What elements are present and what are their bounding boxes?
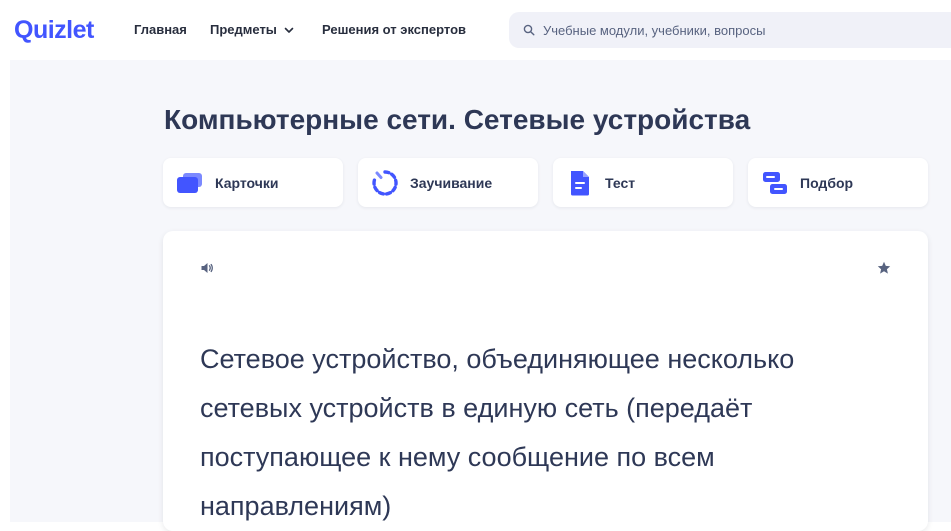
test-mode-label: Тест: [605, 174, 636, 191]
page-title: Компьютерные сети. Сетевые устройства: [164, 104, 751, 135]
learn-icon: [370, 168, 400, 198]
search-input[interactable]: Учебные модули, учебники, вопросы: [509, 12, 951, 48]
nav-subjects-label: Предметы: [210, 22, 277, 37]
chevron-down-icon: [284, 27, 294, 33]
nav-expert-solutions[interactable]: Решения от экспертов: [322, 21, 466, 39]
flashcard[interactable]: Сетевое устройство, объединяющее несколь…: [163, 231, 928, 531]
quizlet-logo[interactable]: Quizlet: [14, 15, 94, 45]
match-mode-label: Подбор: [800, 174, 854, 191]
match-icon: [760, 168, 790, 198]
match-mode-button[interactable]: Подбор: [748, 158, 928, 207]
test-mode-button[interactable]: Тест: [553, 158, 733, 207]
search-icon: [523, 24, 535, 36]
nav-home[interactable]: Главная: [134, 21, 187, 39]
search-placeholder: Учебные модули, учебники, вопросы: [543, 22, 766, 38]
nav-subjects[interactable]: Предметы: [210, 21, 295, 39]
top-header: Quizlet Главная Предметы Решения от эксп…: [0, 0, 951, 60]
flashcards-icon: [175, 168, 205, 198]
speaker-icon[interactable]: [200, 261, 214, 275]
flashcards-mode-label: Карточки: [215, 174, 279, 191]
flashcards-mode-button[interactable]: Карточки: [163, 158, 343, 207]
star-icon[interactable]: [876, 260, 892, 276]
test-icon: [565, 168, 595, 198]
learn-mode-label: Заучивание: [410, 174, 493, 191]
flashcard-term: Сетевое устройство, объединяющее несколь…: [200, 344, 795, 521]
learn-mode-button[interactable]: Заучивание: [358, 158, 538, 207]
